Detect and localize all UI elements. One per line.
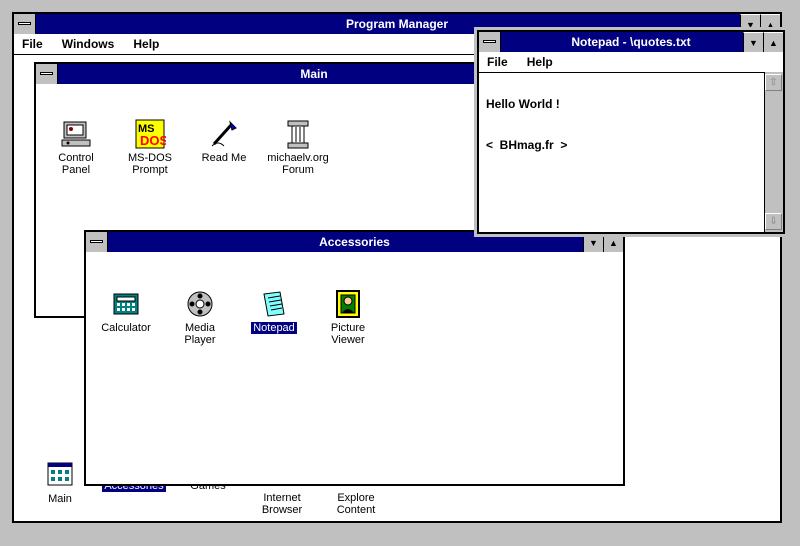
menu-windows[interactable]: Windows — [54, 34, 123, 54]
minimize-icon: ▼ — [589, 238, 598, 248]
icon-label: Control Panel — [58, 152, 94, 176]
icon-calculator[interactable]: Calculator — [86, 264, 166, 334]
menu-help[interactable]: Help — [519, 52, 561, 72]
icon-notepad[interactable]: Notepad — [234, 264, 314, 334]
text-line: < BHmag.fr > — [486, 138, 568, 152]
notepad-menubar: File Help — [479, 52, 783, 73]
control-panel-icon — [60, 106, 92, 147]
notepad-text-area[interactable]: Hello World ! < BHmag.fr > — [479, 73, 764, 232]
forum-column-icon — [282, 106, 314, 149]
media-player-icon — [184, 276, 216, 317]
maximize-icon: ▲ — [609, 238, 618, 248]
text-line: Hello World ! — [486, 97, 560, 111]
arrow-up-icon: ⇧ — [769, 77, 778, 88]
notepad-icon — [258, 276, 290, 317]
scroll-up-button[interactable]: ⇧ — [765, 74, 782, 91]
icon-label: Calculator — [101, 322, 151, 334]
system-menu-button[interactable] — [36, 64, 58, 84]
read-me-icon — [208, 106, 240, 147]
menu-file[interactable]: File — [14, 34, 51, 54]
minimize-icon: ▼ — [746, 20, 755, 30]
icon-control-panel[interactable]: Control Panel — [36, 94, 116, 176]
notepad-titlebar[interactable]: Notepad - \quotes.txt ▼ ▲ — [479, 32, 783, 52]
icon-michaelv-forum[interactable]: michaelv.org Forum — [258, 94, 338, 176]
program-group-icon — [44, 459, 76, 491]
group-label: Explore Content — [336, 492, 376, 516]
icon-picture-viewer[interactable]: Picture Viewer — [308, 264, 388, 346]
notepad-title: Notepad - \quotes.txt — [571, 35, 691, 49]
system-menu-button[interactable] — [86, 232, 108, 252]
icon-label: Read Me — [201, 152, 247, 164]
system-menu-button[interactable] — [479, 32, 501, 52]
system-menu-icon — [40, 72, 53, 75]
program-manager-title: Program Manager — [345, 17, 449, 31]
icon-ms-dos-prompt[interactable]: MS DOS MS-DOS Prompt — [110, 94, 190, 176]
system-menu-icon — [90, 240, 103, 243]
maximize-button[interactable]: ▲ — [603, 232, 623, 252]
accessories-title: Accessories — [319, 235, 390, 249]
icon-label: MS-DOS Prompt — [128, 152, 172, 176]
icon-label: michaelv.org Forum — [267, 152, 329, 176]
minimize-icon: ▼ — [749, 38, 758, 48]
notepad-window: Notepad - \quotes.txt ▼ ▲ File Help Hell… — [474, 27, 788, 237]
svg-text:DOS: DOS — [140, 133, 166, 148]
picture-viewer-icon — [332, 276, 364, 318]
accessories-titlebar[interactable]: Accessories ▼ ▲ — [86, 232, 623, 252]
maximize-icon: ▲ — [769, 38, 778, 48]
scroll-down-button[interactable]: ⇩ — [765, 213, 782, 230]
vertical-scrollbar[interactable]: ⇧ ⇩ — [764, 72, 783, 232]
icon-read-me[interactable]: Read Me — [184, 94, 264, 164]
menu-file[interactable]: File — [479, 52, 516, 72]
main-group-title: Main — [300, 67, 328, 81]
icon-label: Media Player — [184, 322, 216, 346]
calculator-icon — [110, 276, 142, 315]
icon-label: Notepad — [251, 322, 297, 334]
ms-dos-icon: MS DOS — [134, 106, 169, 149]
system-menu-button[interactable] — [14, 14, 36, 34]
icon-label: Picture Viewer — [330, 322, 366, 346]
icon-media-player[interactable]: Media Player — [160, 264, 240, 346]
group-label: Internet Browser — [261, 492, 303, 516]
minimize-button[interactable]: ▼ — [583, 232, 603, 252]
minimize-button[interactable]: ▼ — [743, 32, 763, 52]
system-menu-icon — [18, 22, 31, 25]
accessories-group-window: Accessories ▼ ▲ Calculator Media Player … — [84, 230, 625, 486]
group-label: Main — [48, 493, 72, 505]
arrow-down-icon: ⇩ — [769, 216, 778, 227]
system-menu-icon — [483, 40, 496, 43]
maximize-icon: ▲ — [766, 20, 775, 30]
maximize-button[interactable]: ▲ — [763, 32, 783, 52]
menu-help[interactable]: Help — [125, 34, 167, 54]
